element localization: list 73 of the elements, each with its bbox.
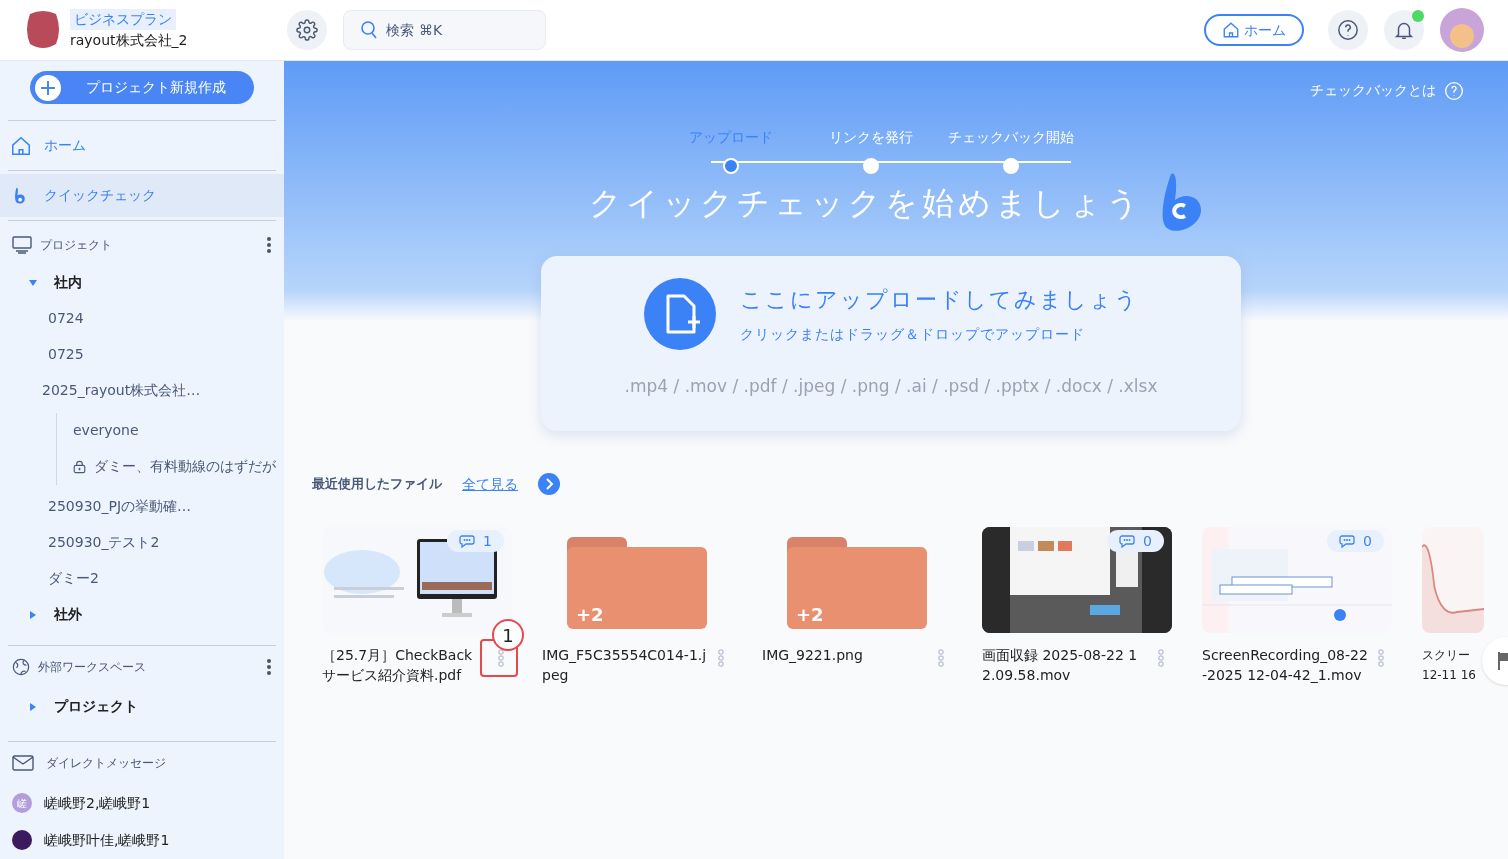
home-button[interactable]: ホーム [1204, 14, 1304, 46]
caret-right-icon[interactable] [28, 701, 38, 712]
caret-right-icon[interactable] [28, 609, 38, 620]
mail-icon [12, 755, 34, 772]
folder-icon[interactable] [567, 537, 707, 629]
file-name[interactable]: IMG_9221.png [762, 645, 930, 665]
file-name[interactable]: IMG_F5C35554C014-1.jpeg [542, 645, 710, 685]
file-count: +2 [576, 603, 604, 627]
help-button[interactable] [1328, 10, 1368, 50]
caret-down-icon[interactable] [28, 277, 38, 288]
section-title: プロジェクト [40, 236, 113, 254]
conversation-item[interactable]: 嵯峨野叶佳,嵯峨野1 [44, 829, 170, 851]
search-field[interactable]: 検索 ⌘K [343, 10, 547, 50]
tree-item[interactable]: everyone [73, 420, 139, 442]
step-label: チェックバック開始 [948, 128, 1074, 147]
page-title: クイックチェックを始めましょう [589, 183, 1143, 224]
globe-icon [12, 658, 30, 677]
notifications-button[interactable] [1384, 10, 1424, 50]
home-icon [10, 134, 32, 157]
tree-item[interactable]: ダミー、有料動線のはずだが [94, 456, 276, 478]
tree-item[interactable]: 250930_テスト2 [8, 524, 276, 561]
file-name[interactable]: 画面収録 2025-08-22 12.09.58.mov [982, 645, 1150, 685]
help-icon[interactable] [1444, 80, 1464, 101]
search-input[interactable]: 検索 ⌘K [386, 19, 527, 41]
tree-item[interactable]: 250930_PJの挙動確… [8, 488, 276, 525]
tree-item[interactable]: 社内 [54, 272, 82, 294]
tree-item[interactable]: プロジェクト [54, 696, 138, 718]
annotation-marker: 1 [492, 619, 524, 651]
settings-button[interactable] [287, 10, 328, 50]
upload-title: ここにアップロードしてみましょう [739, 286, 1139, 314]
see-all-link[interactable]: 全て見る [462, 473, 518, 495]
chat-icon [1339, 534, 1356, 548]
chat-icon [1119, 534, 1136, 548]
search-icon [360, 20, 379, 40]
plan-label: ビジネスプラン [70, 9, 176, 30]
tree-item[interactable]: 0724 [8, 300, 276, 337]
home-icon [1222, 21, 1240, 39]
chat-icon [459, 534, 476, 548]
plus-icon [34, 73, 62, 102]
tree-item[interactable]: 0725 [8, 336, 276, 373]
company-logo [24, 10, 62, 50]
supported-formats: .mp4 / .mov / .pdf / .jpeg / .png / .ai / .psd / .pptx / .docx / .xlsx [624, 375, 1158, 398]
monitor-icon [12, 235, 32, 254]
tree-item[interactable]: ダミー2 [8, 560, 276, 597]
file-count: +2 [796, 603, 824, 627]
file-upload-icon [643, 278, 716, 350]
user-avatar: 嵯 [12, 793, 32, 814]
company-name: rayout株式会社_2 [70, 31, 188, 50]
new-project-button[interactable]: プロジェクト新規作成 [30, 71, 254, 105]
tree-item[interactable]: 2025_rayout株式会社… [8, 372, 276, 409]
folder-icon[interactable] [787, 537, 927, 629]
step-label: リンクを発行 [829, 128, 913, 147]
section-title: 最近使用したファイル [312, 475, 442, 494]
step-label: アップロード [689, 128, 773, 147]
help-icon [1337, 19, 1359, 41]
section-title: ダイレクトメッセージ [46, 755, 166, 773]
more-icon[interactable] [266, 658, 272, 677]
nav-item[interactable]: ホーム [0, 124, 284, 168]
upload-subtitle: クリックまたはドラッグ＆ドロップでアップロード [739, 325, 1086, 344]
conversation-item[interactable]: 嵯峨野2,嵯峨野1 [44, 792, 151, 814]
tree-item[interactable]: 社外 [54, 604, 82, 626]
user-avatar[interactable] [1440, 8, 1484, 52]
chevron-right-icon[interactable] [538, 473, 560, 495]
upload-dropzone[interactable]: ここにアップロードしてみましょう クリックまたはドラッグ＆ドロップでアップロード .mp4 / .mov / .pdf / .jpeg / .png / .ai / .psd / .pptx / .docx / .xlsx [541, 256, 1241, 431]
comment-count: 0 [1143, 531, 1152, 551]
comment-count: 1 [483, 531, 492, 551]
comment-count: 0 [1363, 531, 1372, 551]
file-name[interactable]: スクリー 12-11 16 [1422, 645, 1478, 685]
file-name[interactable]: ScreenRecording_08-22-2025 12-04-42_1.mov [1202, 645, 1370, 685]
section-title: 外部ワークスペース [38, 659, 147, 677]
file-name[interactable]: ［25.7月］CheckBack サービス紹介資料.pdf [322, 645, 490, 685]
more-icon[interactable] [266, 235, 272, 254]
settings-icon [296, 19, 319, 41]
